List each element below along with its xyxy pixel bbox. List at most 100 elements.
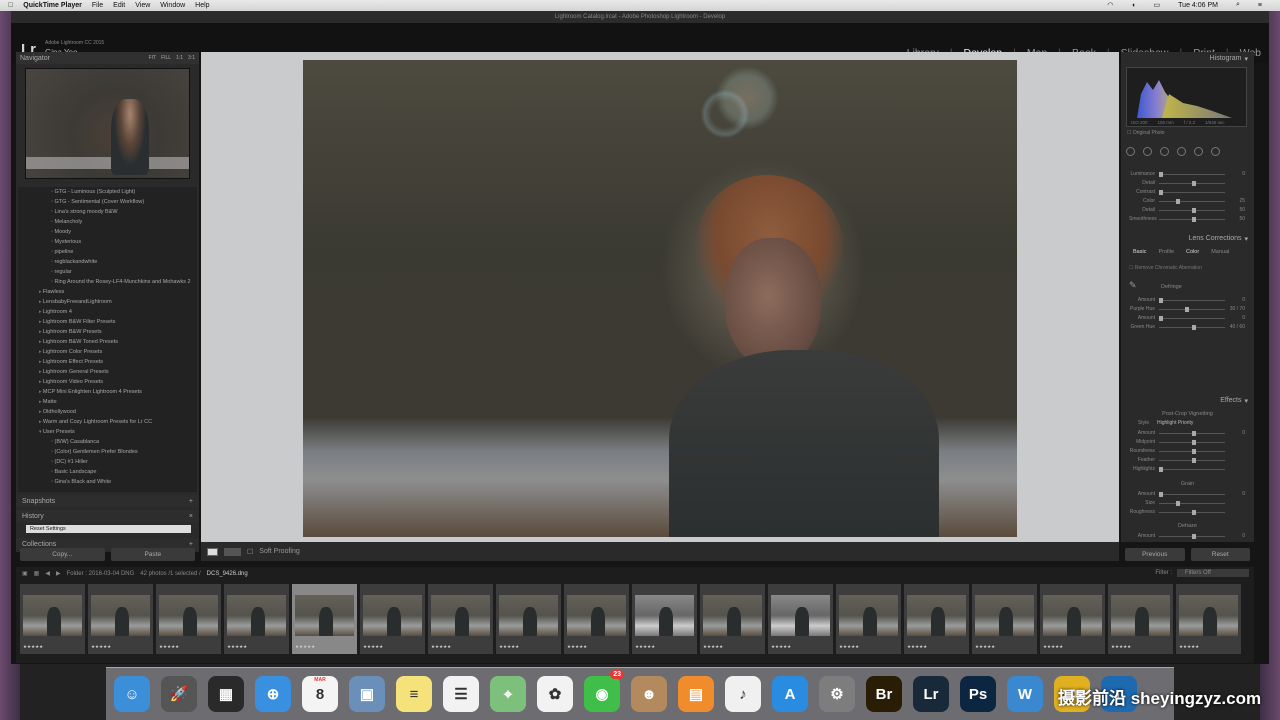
preset-item[interactable]: (B/W) Casablanca bbox=[18, 437, 197, 447]
preset-item[interactable]: Ring Around the Rosey-LF4-Munchkins and … bbox=[18, 277, 197, 287]
film-thumbnail[interactable]: ★★★★★ bbox=[768, 584, 833, 654]
film-thumbnail[interactable]: ★★★★★ bbox=[632, 584, 697, 654]
preset-item[interactable]: Basic Landscape bbox=[18, 467, 197, 477]
add-snapshot-icon[interactable]: + bbox=[189, 498, 193, 505]
histogram-collapse-icon[interactable]: ▾ bbox=[1244, 55, 1248, 63]
star-rating[interactable]: ★★★★★ bbox=[1179, 644, 1199, 650]
slider-knob[interactable] bbox=[1175, 500, 1180, 506]
slider-track[interactable] bbox=[1159, 457, 1225, 463]
slider-knob[interactable] bbox=[1159, 189, 1163, 195]
preset-item[interactable]: GTG - Luminous (Sculpted Light) bbox=[18, 187, 197, 197]
volume-icon[interactable]: ◖ bbox=[1131, 2, 1135, 9]
remove-ca-checkbox[interactable]: ☐ Remove Chromatic Aberration bbox=[1129, 265, 1202, 271]
preset-folder[interactable]: Lightroom Effect Presets bbox=[18, 357, 197, 367]
preset-folder[interactable]: Lightroom B&W Toned Presets bbox=[18, 337, 197, 347]
slider-track[interactable] bbox=[1159, 430, 1225, 436]
filter-select[interactable]: Filters Off bbox=[1177, 569, 1249, 577]
film-thumbnail[interactable]: ★★★★★ bbox=[88, 584, 153, 654]
menu-view[interactable]: View bbox=[135, 2, 150, 9]
film-thumbnail[interactable]: ★★★★★ bbox=[836, 584, 901, 654]
slider-knob[interactable] bbox=[1159, 315, 1163, 321]
film-thumbnail[interactable]: ★★★★★ bbox=[20, 584, 85, 654]
preset-folder[interactable]: Oldhollywood bbox=[18, 407, 197, 417]
battery-icon[interactable]: ▭ bbox=[1154, 1, 1161, 9]
lightroom-icon[interactable]: Lr bbox=[913, 676, 949, 712]
adjustment-brush-icon[interactable] bbox=[1211, 146, 1220, 156]
preset-item[interactable]: Mysterious bbox=[18, 237, 197, 247]
star-rating[interactable]: ★★★★★ bbox=[1111, 644, 1131, 650]
zoom-fill[interactable]: FILL bbox=[161, 55, 171, 61]
preset-folder[interactable]: LensbabyFreeandLightroom bbox=[18, 297, 197, 307]
star-rating[interactable]: ★★★★★ bbox=[839, 644, 859, 650]
preset-item[interactable]: regular bbox=[18, 267, 197, 277]
wpp-icon[interactable]: W bbox=[1007, 676, 1043, 712]
slider-track[interactable] bbox=[1159, 448, 1225, 454]
lens-tab-manual[interactable]: Manual bbox=[1211, 249, 1229, 255]
snapshots-header[interactable]: Snapshots + bbox=[16, 495, 199, 507]
film-thumbnail[interactable]: ★★★★★ bbox=[292, 584, 357, 654]
slider-knob[interactable] bbox=[1192, 324, 1196, 330]
slider-track[interactable] bbox=[1159, 491, 1225, 497]
preset-item[interactable]: Lina's strong moody B&W bbox=[18, 207, 197, 217]
preset-folder[interactable]: Lightroom 4 bbox=[18, 307, 197, 317]
reminders-icon[interactable]: ☰ bbox=[443, 676, 479, 712]
slider-track[interactable] bbox=[1159, 180, 1225, 186]
slider-knob[interactable] bbox=[1192, 216, 1196, 222]
menu-file[interactable]: File bbox=[92, 2, 103, 9]
film-thumbnail[interactable]: ★★★★★ bbox=[496, 584, 561, 654]
slider-value[interactable]: 40 / 60 bbox=[1229, 324, 1245, 330]
star-rating[interactable]: ★★★★★ bbox=[1043, 644, 1063, 650]
star-rating[interactable]: ★★★★★ bbox=[363, 644, 383, 650]
contacts-icon[interactable]: ☻ bbox=[631, 676, 667, 712]
red-eye-icon[interactable] bbox=[1160, 146, 1169, 156]
slider-knob[interactable] bbox=[1159, 491, 1163, 497]
finder-icon[interactable]: ☺ bbox=[114, 676, 150, 712]
slider-value[interactable]: 0 bbox=[1229, 533, 1245, 539]
photos-icon[interactable]: ✿ bbox=[537, 676, 573, 712]
bridge-icon[interactable]: Br bbox=[866, 676, 902, 712]
slider-knob[interactable] bbox=[1159, 297, 1163, 303]
preset-item[interactable]: regblackandwhite bbox=[18, 257, 197, 267]
preset-item[interactable]: Gina's Black and White bbox=[18, 477, 197, 487]
eyedropper-icon[interactable]: ✎ bbox=[1129, 280, 1137, 291]
slider-value[interactable]: 0 bbox=[1229, 491, 1245, 497]
histogram[interactable]: ISO 200 105 mm f / 2.2 1/640 sec bbox=[1126, 67, 1247, 127]
preset-item[interactable]: GTG - Sentimental (Cover Workflow) bbox=[18, 197, 197, 207]
mission-control-icon[interactable]: ▦ bbox=[208, 676, 244, 712]
slider-track[interactable] bbox=[1159, 216, 1225, 222]
itunes-icon[interactable]: ♪ bbox=[725, 676, 761, 712]
slider-track[interactable] bbox=[1159, 306, 1225, 312]
safari-icon[interactable]: ⊕ bbox=[255, 676, 291, 712]
slider-knob[interactable] bbox=[1192, 180, 1196, 186]
loupe-view-icon[interactable] bbox=[207, 547, 218, 556]
lens-corrections-header[interactable]: Lens Corrections ▾ bbox=[1121, 233, 1254, 244]
star-rating[interactable]: ★★★★★ bbox=[975, 644, 995, 650]
zoom-fit[interactable]: FIT bbox=[149, 55, 157, 61]
effects-collapse-icon[interactable]: ▾ bbox=[1244, 397, 1248, 405]
slider-knob[interactable] bbox=[1185, 306, 1190, 312]
film-thumbnail[interactable]: ★★★★★ bbox=[700, 584, 765, 654]
slider-value[interactable]: 30 / 70 bbox=[1229, 306, 1245, 312]
star-rating[interactable]: ★★★★★ bbox=[567, 644, 587, 650]
effects-header[interactable]: Effects ▾ bbox=[1121, 395, 1254, 406]
previous-button[interactable]: Previous bbox=[1125, 548, 1185, 561]
notes-icon[interactable]: ≡ bbox=[396, 676, 432, 712]
zoom-3-1[interactable]: 3:1 bbox=[188, 55, 195, 61]
preset-item[interactable]: pipeline bbox=[18, 247, 197, 257]
slider-knob[interactable] bbox=[1192, 457, 1196, 463]
folder-label[interactable]: Folder : 2016-03-04 DNG bbox=[67, 571, 135, 577]
preset-item[interactable]: Moody bbox=[18, 227, 197, 237]
preset-folder[interactable]: Lightroom General Presets bbox=[18, 367, 197, 377]
slider-track[interactable] bbox=[1159, 315, 1225, 321]
star-rating[interactable]: ★★★★★ bbox=[159, 644, 179, 650]
slider-value[interactable]: 0 bbox=[1229, 297, 1245, 303]
crop-tool-icon[interactable] bbox=[1126, 146, 1135, 156]
menu-edit[interactable]: Edit bbox=[113, 2, 125, 9]
film-thumbnail[interactable]: ★★★★★ bbox=[156, 584, 221, 654]
calendar-icon[interactable]: 8 MAR bbox=[302, 676, 338, 712]
slider-track[interactable] bbox=[1159, 439, 1225, 445]
slider-value[interactable]: 50 bbox=[1229, 207, 1245, 213]
spot-removal-icon[interactable] bbox=[1143, 146, 1152, 156]
lens-collapse-icon[interactable]: ▾ bbox=[1244, 235, 1248, 243]
slider-track[interactable] bbox=[1159, 509, 1225, 515]
